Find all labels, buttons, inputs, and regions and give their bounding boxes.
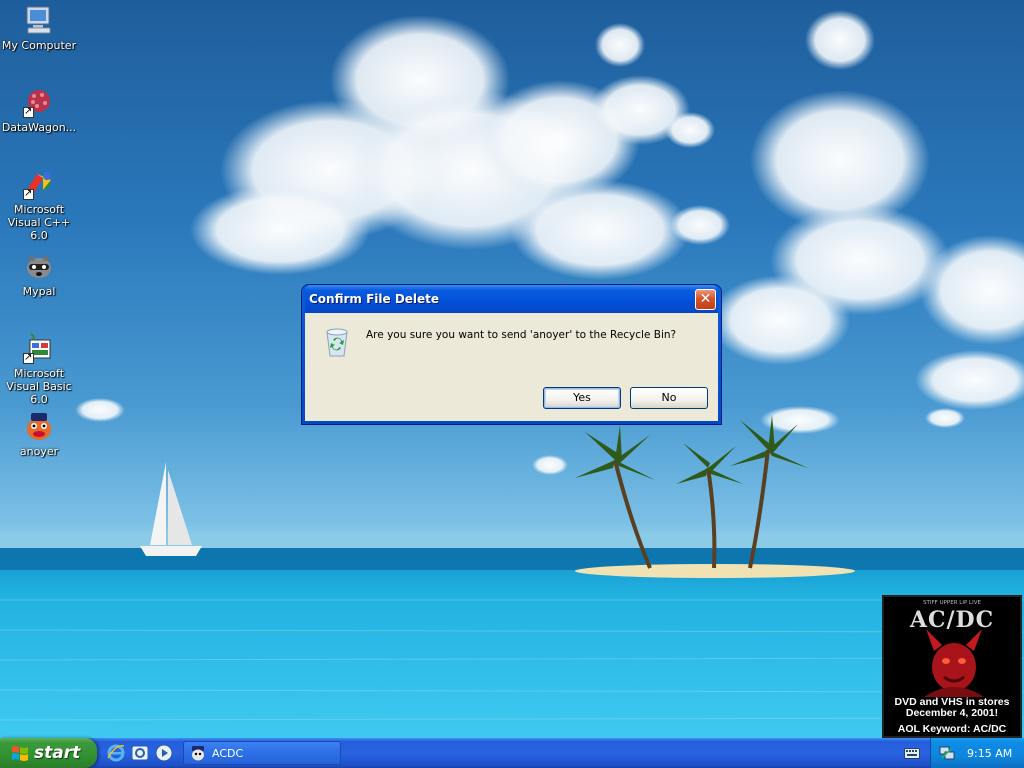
desktop-icon-label: Microsoft Visual C++ 6.0 [7,203,71,242]
media-player-icon[interactable] [154,743,174,763]
dialog-title: Confirm File Delete [309,292,440,306]
keyboard-layout-icon[interactable] [904,746,920,760]
shortcut-arrow-icon [23,187,34,200]
anoyer-icon [23,410,55,442]
desktop-icon-label: My Computer [1,39,77,52]
mypal-icon [23,250,55,282]
desktop: My Computer DataWagon... Microsoft Visua… [0,0,1024,738]
visual-basic-icon [23,332,55,364]
no-button[interactable]: No [630,387,708,409]
close-icon: ✕ [699,291,712,307]
start-button[interactable]: start [0,738,97,768]
windows-logo-icon [12,746,28,761]
dialog-body: Are you sure you want to send 'anoyer' t… [305,313,718,421]
acdc-task-icon [192,746,204,761]
acdc-advertisement[interactable]: STIFF UPPER LIP LIVE AC/DC DVD and VHS i… [882,595,1022,738]
clock[interactable]: 9:15 AM [967,747,1012,760]
ad-promo: DVD and VHS in stores December 4, 2001! [884,697,1020,719]
desktop-icon-label: Microsoft Visual Basic 6.0 [6,367,72,406]
network-icon[interactable] [939,745,955,761]
desktop-icon-datawagon[interactable]: DataWagon... [0,86,78,134]
desktop-icon-label: anoyer [19,445,59,458]
ad-promo-line2: December 4, 2001! [905,707,999,719]
visual-cpp-icon [23,168,55,200]
taskbar-item-acdc[interactable]: ACDC [183,741,341,765]
desktop-icon-label: DataWagon... [1,121,77,134]
system-tray: 9:15 AM [930,738,1024,768]
recycle-bin-icon [326,328,348,357]
desktop-icon-mypal[interactable]: Mypal [0,250,78,298]
datawagon-icon [23,86,55,118]
close-button[interactable]: ✕ [695,288,716,310]
shortcut-arrow-icon [23,351,34,364]
dialog-message: Are you sure you want to send 'anoyer' t… [366,329,677,341]
quick-launch [106,743,174,763]
start-label: start [34,743,81,763]
confirm-delete-dialog: Confirm File Delete ✕ Are you sure you w… [302,285,721,424]
my-computer-icon [23,4,55,36]
taskbar: start ACDC 9:15 AM [0,738,1024,768]
ad-aol-keyword: AOL Keyword: AC/DC [897,723,1007,735]
outlook-express-icon[interactable] [130,743,150,763]
desktop-icon-label: Mypal [22,285,56,298]
desktop-icon-visual-cpp[interactable]: Microsoft Visual C++ 6.0 [0,168,78,242]
dialog-titlebar[interactable]: Confirm File Delete ✕ [305,285,718,313]
ad-tagline: STIFF UPPER LIP LIVE [923,600,981,606]
desktop-icon-my-computer[interactable]: My Computer [0,4,78,52]
taskbar-item-label: ACDC [212,746,244,760]
shortcut-arrow-icon [23,105,34,118]
desktop-icon-anoyer[interactable]: anoyer [0,410,78,458]
internet-explorer-icon[interactable] [106,743,126,763]
devil-figure-icon [924,629,984,697]
yes-button[interactable]: Yes [543,387,621,409]
desktop-icon-visual-basic[interactable]: Microsoft Visual Basic 6.0 [0,332,78,406]
